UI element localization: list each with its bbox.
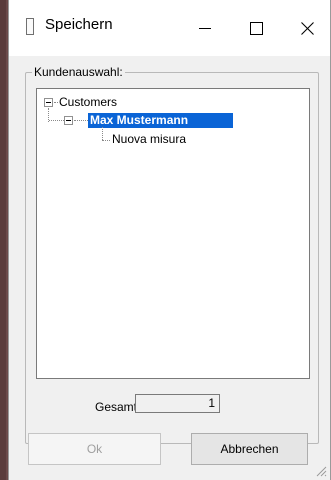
minimize-icon — [199, 27, 211, 29]
total-value-field: 1 — [135, 394, 220, 413]
save-dialog: Speichern Kundenauswahl: Customers Max M… — [8, 0, 331, 480]
close-button[interactable] — [284, 0, 330, 56]
tree-connector — [102, 127, 103, 140]
tree-connector — [74, 120, 88, 121]
tree-node-measure[interactable]: Nuova misura — [112, 132, 186, 146]
tree-node-customer[interactable]: Max Mustermann — [88, 113, 233, 128]
close-icon — [300, 21, 314, 35]
window-title: Speichern — [45, 16, 113, 33]
customer-tree[interactable]: Customers Max Mustermann Nuova misura — [36, 88, 310, 379]
maximize-button[interactable] — [233, 0, 279, 56]
tree-connector — [54, 102, 58, 103]
background-window-edge — [0, 0, 6, 480]
title-bar[interactable]: Speichern — [9, 0, 330, 56]
maximize-icon — [249, 21, 263, 35]
cancel-button[interactable]: Abbrechen — [191, 433, 308, 465]
collapse-toggle-icon[interactable] — [44, 98, 53, 107]
total-label: Gesamt: — [95, 400, 141, 414]
app-icon — [26, 18, 34, 35]
collapse-toggle-icon[interactable] — [64, 116, 73, 125]
group-label: Kundenauswahl: — [32, 65, 125, 79]
resize-grip-icon[interactable] — [315, 465, 327, 477]
minimize-button[interactable] — [182, 0, 228, 56]
tree-node-customers[interactable]: Customers — [59, 95, 117, 109]
tree-connector — [49, 120, 64, 121]
ok-button[interactable]: Ok — [28, 433, 161, 465]
tree-connector — [102, 140, 110, 141]
